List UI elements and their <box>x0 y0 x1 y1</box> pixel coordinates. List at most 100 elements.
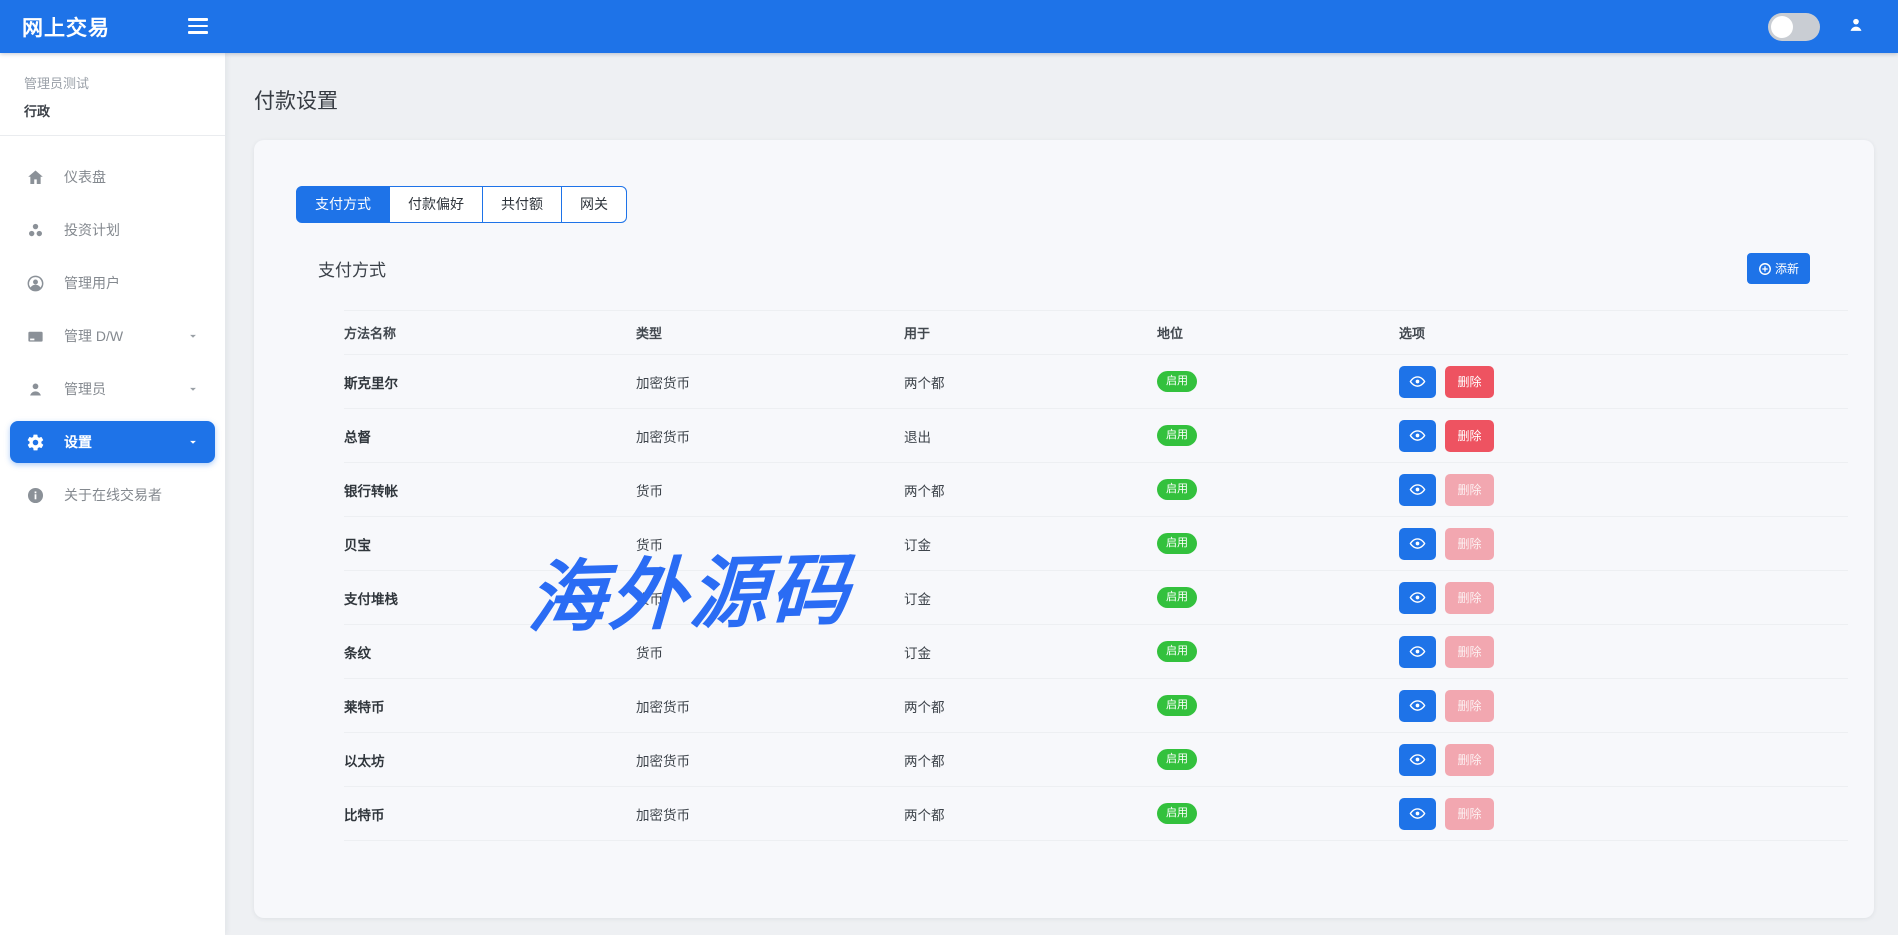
view-button[interactable] <box>1399 636 1436 668</box>
table-row: 斯克里尔 加密货币 两个都 启用 删除 <box>344 355 1848 409</box>
delete-button[interactable]: 删除 <box>1445 420 1494 452</box>
method-used-for-cell: 订金 <box>904 625 1157 679</box>
method-name-cell: 以太坊 <box>344 733 636 787</box>
user-circle-icon <box>25 273 45 293</box>
sidebar-item-label: 管理员 <box>64 379 106 399</box>
method-used-for-cell: 两个都 <box>904 355 1157 409</box>
tab-0[interactable]: 支付方式 <box>296 186 390 223</box>
sidebar-item-gear[interactable]: 设置 <box>10 421 215 463</box>
profile-role: 行政 <box>24 101 201 120</box>
app-title: 网上交易 <box>0 12 110 42</box>
column-header: 方法名称 <box>344 311 636 355</box>
sidebar-item-home[interactable]: 仪表盘 <box>10 156 215 198</box>
table-row: 条纹 货币 订金 启用 删除 <box>344 625 1848 679</box>
eye-icon <box>1409 481 1426 498</box>
delete-button: 删除 <box>1445 474 1494 506</box>
method-name-cell: 贝宝 <box>344 517 636 571</box>
table-row: 支付堆栈 货币 订金 启用 删除 <box>344 571 1848 625</box>
method-options-cell: 删除 <box>1399 679 1848 733</box>
status-badge: 启用 <box>1157 533 1197 554</box>
section-title: 支付方式 <box>318 256 386 281</box>
sidebar: 管理员测试 行政 仪表盘 投资计划 管理用户 管理 D/W 管理员 设置 关于在 <box>0 53 225 935</box>
method-options-cell: 删除 <box>1399 409 1848 463</box>
card-icon <box>25 326 45 346</box>
eye-icon <box>1409 373 1426 390</box>
sidebar-item-person[interactable]: 管理员 <box>10 368 215 410</box>
method-used-for-cell: 退出 <box>904 409 1157 463</box>
view-button[interactable] <box>1399 420 1436 452</box>
eye-icon <box>1409 805 1426 822</box>
status-badge: 启用 <box>1157 371 1197 392</box>
view-button[interactable] <box>1399 474 1436 506</box>
view-button[interactable] <box>1399 690 1436 722</box>
chevron-down-icon <box>186 435 200 449</box>
method-type-cell: 货币 <box>636 625 904 679</box>
method-options-cell: 删除 <box>1399 463 1848 517</box>
tab-3[interactable]: 网关 <box>561 186 627 223</box>
table-row: 银行转帐 货币 两个都 启用 删除 <box>344 463 1848 517</box>
main-content: 付款设置 支付方式付款偏好共付额网关 支付方式 添新 方法名称类型用于地位选项 … <box>225 53 1898 935</box>
delete-button: 删除 <box>1445 636 1494 668</box>
view-button[interactable] <box>1399 798 1436 830</box>
method-used-for-cell: 订金 <box>904 571 1157 625</box>
method-options-cell: 删除 <box>1399 625 1848 679</box>
method-status-cell: 启用 <box>1157 517 1399 571</box>
payment-settings-card: 支付方式付款偏好共付额网关 支付方式 添新 方法名称类型用于地位选项 斯克里尔 … <box>254 140 1874 918</box>
status-badge: 启用 <box>1157 479 1197 500</box>
method-options-cell: 删除 <box>1399 517 1848 571</box>
table-row: 莱特币 加密货币 两个都 启用 删除 <box>344 679 1848 733</box>
method-used-for-cell: 两个都 <box>904 463 1157 517</box>
method-options-cell: 删除 <box>1399 787 1848 841</box>
sidebar-item-card[interactable]: 管理 D/W <box>10 315 215 357</box>
column-header: 选项 <box>1399 311 1848 355</box>
column-header: 用于 <box>904 311 1157 355</box>
method-type-cell: 加密货币 <box>636 787 904 841</box>
sidebar-item-label: 仪表盘 <box>64 167 106 187</box>
sidebar-item-user-circle[interactable]: 管理用户 <box>10 262 215 304</box>
delete-button[interactable]: 删除 <box>1445 366 1494 398</box>
method-name-cell: 支付堆栈 <box>344 571 636 625</box>
method-name-cell: 条纹 <box>344 625 636 679</box>
toggle-knob <box>1771 16 1793 38</box>
method-type-cell: 加密货币 <box>636 679 904 733</box>
home-icon <box>25 167 45 187</box>
sidebar-item-label: 设置 <box>64 432 92 452</box>
sidebar-toggle-button[interactable] <box>188 14 210 38</box>
column-header: 类型 <box>636 311 904 355</box>
method-type-cell: 货币 <box>636 517 904 571</box>
method-name-cell: 总督 <box>344 409 636 463</box>
eye-icon <box>1409 643 1426 660</box>
add-new-button[interactable]: 添新 <box>1747 253 1810 284</box>
method-status-cell: 启用 <box>1157 409 1399 463</box>
user-icon <box>1846 15 1866 38</box>
status-badge: 启用 <box>1157 425 1197 446</box>
method-used-for-cell: 两个都 <box>904 679 1157 733</box>
table-row: 比特币 加密货币 两个都 启用 删除 <box>344 787 1848 841</box>
user-menu-button[interactable] <box>1846 15 1866 38</box>
top-navbar: 网上交易 <box>0 0 1898 53</box>
method-type-cell: 加密货币 <box>636 733 904 787</box>
view-button[interactable] <box>1399 366 1436 398</box>
sidebar-item-label: 管理 D/W <box>64 326 123 346</box>
payment-methods-table-wrap: 方法名称类型用于地位选项 斯克里尔 加密货币 两个都 启用 删除 总督 加密货币… <box>344 310 1848 841</box>
tab-2[interactable]: 共付额 <box>482 186 562 223</box>
method-options-cell: 删除 <box>1399 733 1848 787</box>
status-badge: 启用 <box>1157 803 1197 824</box>
column-header: 地位 <box>1157 311 1399 355</box>
view-button[interactable] <box>1399 582 1436 614</box>
sidebar-item-info[interactable]: 关于在线交易者 <box>10 474 215 516</box>
chevron-down-icon <box>186 382 200 396</box>
tab-1[interactable]: 付款偏好 <box>389 186 483 223</box>
investment-plans-icon <box>25 220 45 240</box>
view-button[interactable] <box>1399 528 1436 560</box>
method-status-cell: 启用 <box>1157 787 1399 841</box>
eye-icon <box>1409 535 1426 552</box>
delete-button: 删除 <box>1445 744 1494 776</box>
method-status-cell: 启用 <box>1157 463 1399 517</box>
sidebar-item-investment-plans[interactable]: 投资计划 <box>10 209 215 251</box>
theme-toggle[interactable] <box>1768 13 1820 41</box>
payment-methods-table: 方法名称类型用于地位选项 斯克里尔 加密货币 两个都 启用 删除 总督 加密货币… <box>344 310 1848 841</box>
navbar-right <box>1768 13 1898 41</box>
method-name-cell: 斯克里尔 <box>344 355 636 409</box>
view-button[interactable] <box>1399 744 1436 776</box>
